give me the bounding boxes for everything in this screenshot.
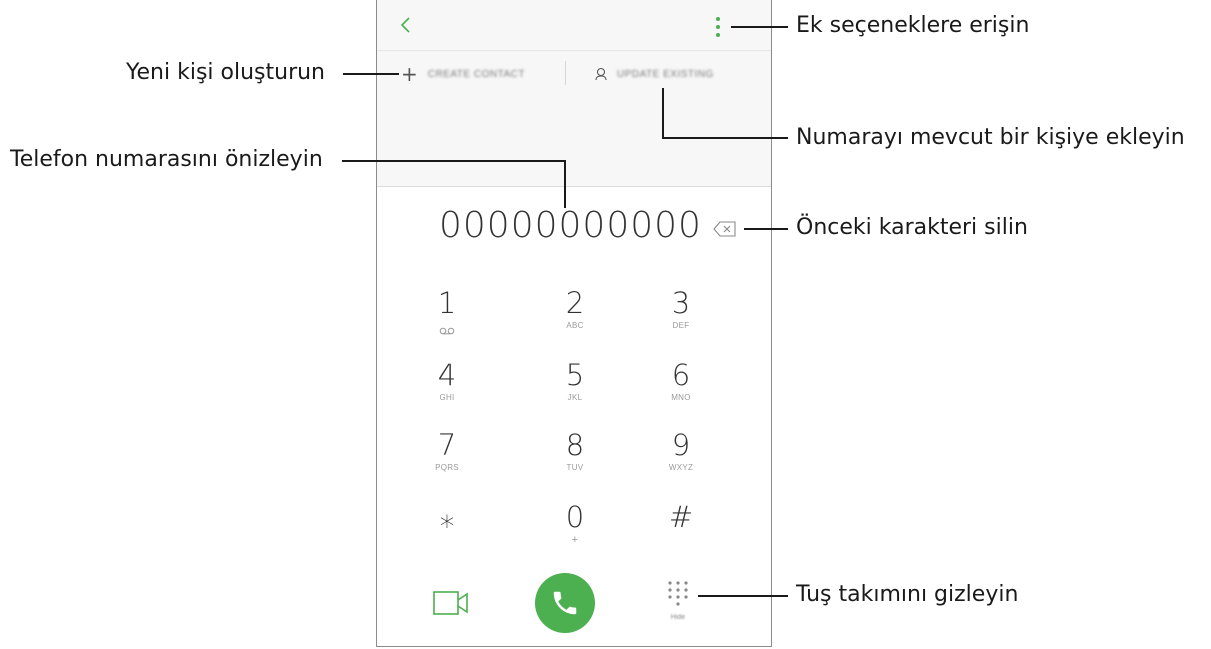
hide-keypad-button[interactable]: Hide — [663, 580, 693, 630]
leader-line — [343, 73, 399, 75]
create-contact-button[interactable]: + CREATE CONTACT — [401, 51, 525, 97]
key-digit: 3 — [671, 286, 691, 320]
callout-more-options: Ek seçeneklere erişin — [796, 13, 1030, 38]
key-digit: 4 — [437, 358, 457, 392]
voicemail-icon — [439, 327, 455, 335]
dial-keypad: 1 2 ABC 3 DEF 4 GHI 5 JKL 6 MNO 7 PQRS 8… — [377, 268, 771, 568]
leader-line — [662, 137, 788, 139]
key-letters: GHI — [439, 393, 455, 402]
contact-icon — [595, 67, 607, 81]
video-call-icon[interactable] — [433, 589, 469, 617]
call-actions-bar: Hide — [377, 568, 771, 646]
key-letters: DEF — [672, 321, 690, 330]
leader-line — [564, 160, 566, 208]
key-digit: 9 — [671, 428, 691, 462]
key-digit: # — [668, 500, 694, 534]
keypad-icon — [668, 581, 688, 606]
contact-preview-area — [377, 97, 771, 185]
callout-hide-keypad: Tuş takımını gizleyin — [796, 582, 1019, 607]
leader-line — [662, 88, 664, 138]
dialed-number: 00000000000 — [439, 205, 702, 246]
key-digit: 6 — [671, 358, 691, 392]
more-options-icon[interactable] — [715, 16, 721, 38]
back-icon[interactable] — [395, 12, 417, 38]
hide-keypad-label: Hide — [670, 614, 686, 621]
key-1[interactable]: 1 — [381, 268, 513, 340]
key-6[interactable]: 6 MNO — [615, 340, 747, 412]
key-digit: 7 — [437, 428, 457, 462]
leader-line — [342, 160, 566, 162]
key-letters: MNO — [671, 393, 691, 402]
call-button[interactable] — [535, 573, 595, 633]
top-bar — [377, 0, 771, 51]
dialer-screen: + CREATE CONTACT UPDATE EXISTING 0000000… — [376, 0, 772, 647]
callout-add-existing: Numarayı mevcut bir kişiye ekleyin — [796, 125, 1185, 150]
key-3[interactable]: 3 DEF — [615, 268, 747, 340]
key-hash[interactable]: # — [615, 482, 747, 554]
callout-create-contact: Yeni kişi oluşturun — [126, 60, 325, 85]
key-9[interactable]: 9 WXYZ — [615, 410, 747, 482]
create-contact-label: CREATE CONTACT — [427, 68, 525, 80]
phone-icon — [553, 591, 577, 615]
update-existing-label: UPDATE EXISTING — [617, 68, 714, 80]
divider — [565, 61, 566, 85]
key-letters: WXYZ — [668, 463, 694, 472]
number-display: 00000000000 — [377, 186, 771, 269]
key-star[interactable]: ⁎ — [381, 482, 513, 554]
key-digit: ⁎ — [439, 500, 455, 534]
key-7[interactable]: 7 PQRS — [381, 410, 513, 482]
key-letters: PQRS — [435, 463, 459, 472]
leader-line — [744, 228, 788, 230]
leader-line — [698, 595, 788, 597]
callout-preview-number: Telefon numarasını önizleyin — [10, 147, 323, 172]
key-4[interactable]: 4 GHI — [381, 340, 513, 412]
key-digit: 1 — [437, 286, 457, 320]
contact-actions-bar: + CREATE CONTACT UPDATE EXISTING — [377, 51, 771, 97]
plus-icon: + — [401, 62, 418, 86]
leader-line — [731, 26, 788, 28]
backspace-icon[interactable] — [713, 221, 737, 237]
callout-delete-char: Önceki karakteri silin — [796, 215, 1028, 240]
update-existing-button[interactable]: UPDATE EXISTING — [595, 51, 714, 97]
